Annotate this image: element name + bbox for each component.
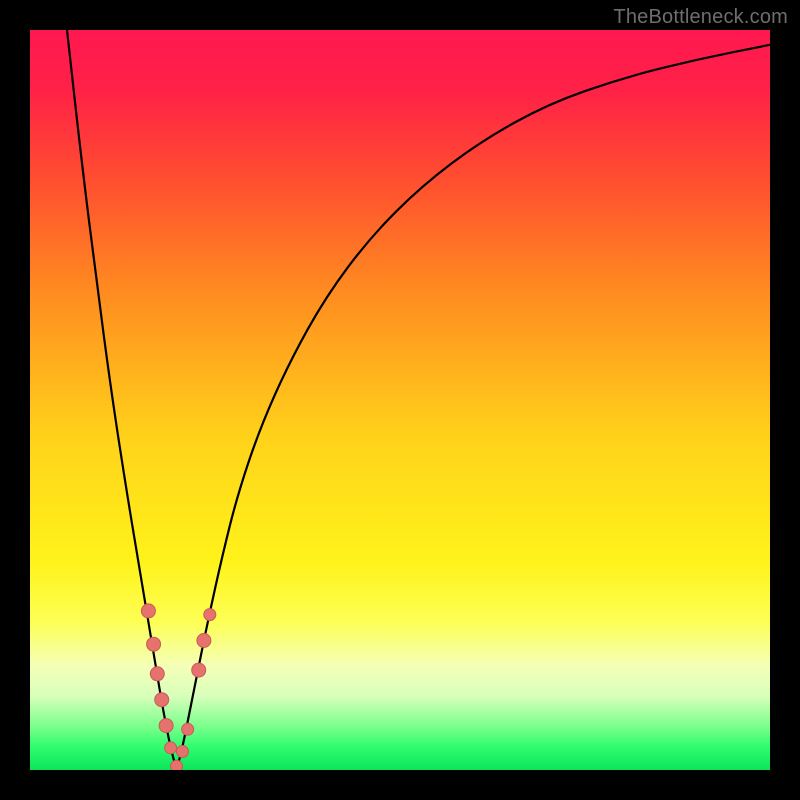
data-marker — [176, 746, 188, 758]
data-marker — [171, 760, 183, 770]
data-marker — [155, 693, 169, 707]
gradient-background — [30, 30, 770, 770]
data-marker — [141, 604, 155, 618]
plot-area — [30, 30, 770, 770]
data-marker — [147, 637, 161, 651]
attribution-label: TheBottleneck.com — [613, 6, 788, 29]
data-marker — [182, 723, 194, 735]
data-marker — [159, 719, 173, 733]
data-marker — [165, 742, 177, 754]
data-marker — [204, 609, 216, 621]
bottleneck-chart — [30, 30, 770, 770]
data-marker — [150, 667, 164, 681]
data-marker — [197, 634, 211, 648]
data-marker — [192, 663, 206, 677]
chart-frame: TheBottleneck.com — [0, 0, 800, 800]
